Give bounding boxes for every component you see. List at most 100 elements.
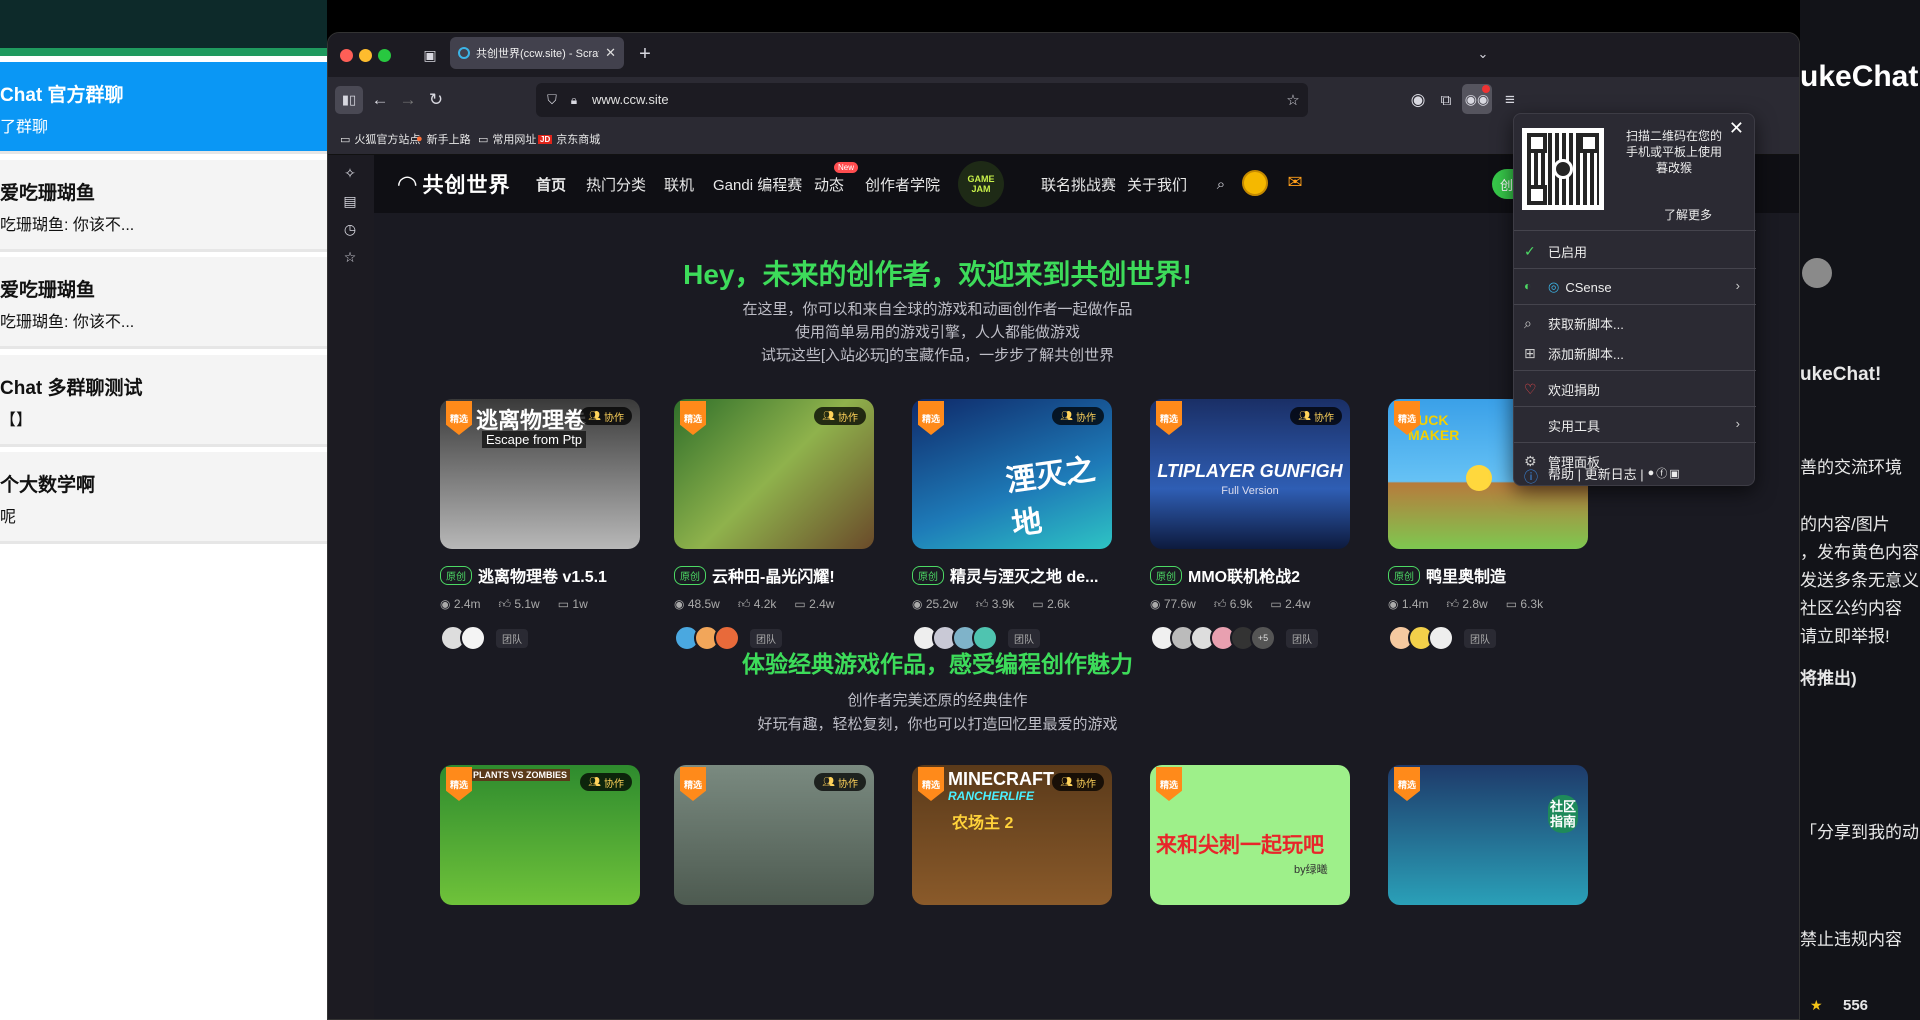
project-card[interactable]: 精选 👥︎ 协作 <box>674 765 874 925</box>
section-title: 体验经典游戏作品，感受编程创作魅力 <box>742 651 1133 677</box>
menu-hamburger-icon[interactable]: ≡ <box>1498 88 1522 112</box>
zoom-window-button[interactable] <box>378 49 391 62</box>
facebook-icon[interactable]: ⓕ <box>1656 465 1667 481</box>
project-thumbnail[interactable]: 来和尖刺一起玩吧 by绿曦 精选 <box>1150 765 1350 905</box>
thumbnail-text: Full Version <box>1221 485 1279 497</box>
nav-home[interactable]: 首页 <box>536 174 566 195</box>
project-title[interactable]: 原创 精灵与湮灭之地 de... <box>912 563 1112 587</box>
bookmarks-icon[interactable]: ☆ <box>338 245 362 269</box>
folder-icon: ▭ <box>340 133 351 146</box>
learn-more-link[interactable]: 了解更多 <box>1664 206 1712 223</box>
featured-badge: 精选 <box>680 767 706 801</box>
project-title[interactable]: 原创 云种田-晶光闪耀! <box>674 563 874 587</box>
project-card[interactable]: PLANTS VS ZOMBIES 精选 👥︎ 协作 <box>440 765 640 925</box>
nav-categories[interactable]: 热门分类 <box>586 174 646 195</box>
comment-icon: ▭ <box>1032 597 1048 611</box>
tab-overview-icon[interactable]: ▣ <box>420 45 440 65</box>
project-thumbnail[interactable]: MINECRAFT RANCHERLIFE 农场主 2 精选 👥︎ 协作 <box>912 765 1112 905</box>
chat-list-item[interactable]: Chat 官方群聊 了群聊 <box>0 62 327 154</box>
project-stats: ◉ 2.4m 👍︎ 5.1w ▭ 1w <box>440 597 588 612</box>
project-card[interactable]: LTIPLAYER GUNFIGH Full Version 精选 👥︎ 协作 原… <box>1150 399 1350 659</box>
project-title[interactable]: 原创 逃离物理卷 v1.5.1 <box>440 563 640 587</box>
tampermonkey-extension-icon[interactable]: ◉◉ <box>1462 84 1492 114</box>
search-icon[interactable]: ⌕ <box>1210 173 1232 195</box>
chat-list-item[interactable]: 个大数学啊 呢 <box>0 452 327 544</box>
menu-item-donate[interactable]: ♡ 欢迎捐助 <box>1514 374 1756 404</box>
lock-icon[interactable]: 🔒︎ <box>566 91 582 109</box>
nav-gandi-contest[interactable]: Gandi 编程赛 <box>713 174 802 195</box>
thumb-up-icon: 👍︎ <box>498 597 515 611</box>
hero-line: 试玩这些[入站必玩]的宝藏作品，一步步了解共创世界 <box>760 347 1115 364</box>
new-tab-icon[interactable]: + <box>634 43 656 65</box>
history-icon[interactable]: ◷ <box>338 217 362 241</box>
ai-chat-icon[interactable]: ✧ <box>338 161 362 185</box>
menu-item-get-scripts[interactable]: ⌕ 获取新脚本... <box>1514 308 1756 338</box>
github-icon[interactable]: ● <box>1648 467 1655 479</box>
nav-challenge[interactable]: 联名挑战赛 <box>1041 174 1116 195</box>
project-card[interactable]: 湮灭之地 精选 👥︎ 协作 原创 精灵与湮灭之地 de... ◉ 25.2w 👍︎ … <box>912 399 1112 659</box>
project-card[interactable]: 逃离物理卷 Escape from Ptp 精选 👥︎ 协作 原创 逃离物理卷 v1… <box>440 399 640 659</box>
shield-icon[interactable]: ⛉ <box>544 91 560 109</box>
project-thumbnail[interactable]: 湮灭之地 精选 👥︎ 协作 <box>912 399 1112 549</box>
project-thumbnail[interactable]: PLANTS VS ZOMBIES 精选 👥︎ 协作 <box>440 765 640 905</box>
divider <box>1514 230 1756 231</box>
nav-academy[interactable]: 创作者学院 <box>865 174 940 195</box>
coin-icon[interactable] <box>1242 170 1268 196</box>
account-icon[interactable]: ◉ <box>1406 88 1430 112</box>
site-logo[interactable]: ◠ 共创世界 <box>398 169 510 199</box>
close-tab-icon[interactable]: ✕ <box>605 45 616 61</box>
sidebar-toggle-icon[interactable]: ▮▯ <box>335 86 363 114</box>
bookmark-item[interactable]: ▭ 常用网址 <box>478 131 536 147</box>
project-card[interactable]: 精选 👥︎ 协作 原创 云种田-晶光闪耀! ◉ 48.5w 👍︎ 4.2k ▭ 2.… <box>674 399 874 659</box>
new-badge: New <box>834 162 859 173</box>
chat-list-item[interactable]: 爱吃珊瑚鱼 吃珊瑚鱼: 你该不... <box>0 160 327 252</box>
bookmark-item[interactable]: ▭ 火狐官方站点 <box>340 131 420 147</box>
close-icon[interactable]: ✕ <box>1729 118 1744 139</box>
back-icon[interactable]: ← <box>366 86 394 114</box>
bookmark-item[interactable]: JD 京东商城 <box>538 131 600 147</box>
project-title[interactable]: 原创 鸭里奥制造 <box>1388 563 1588 587</box>
project-thumbnail[interactable]: LTIPLAYER GUNFIGH Full Version 精选 👥︎ 协作 <box>1150 399 1350 549</box>
likes-stat: 👍︎ 3.9k <box>976 597 1015 612</box>
menu-item-add-script[interactable]: ⊞ 添加新脚本... <box>1514 338 1756 368</box>
nav-feed[interactable]: 动态 <box>814 174 844 195</box>
menu-item-help[interactable]: ⓘ 帮助 | 更新日志 | ● ⓕ ▣ <box>1514 460 1756 486</box>
project-card[interactable]: 社区指南 精选 <box>1388 765 1588 925</box>
rule-line: 社区公约内容 <box>1800 599 1902 618</box>
reload-icon[interactable]: ↻ <box>422 86 450 114</box>
nav-about[interactable]: 关于我们 <box>1127 174 1187 195</box>
project-card[interactable]: MINECRAFT RANCHERLIFE 农场主 2 精选 👥︎ 协作 <box>912 765 1112 925</box>
instagram-icon[interactable]: ▣ <box>1669 467 1679 480</box>
menu-item-utilities[interactable]: 实用工具 › <box>1514 410 1756 440</box>
project-thumbnail[interactable]: 精选 👥︎ 协作 <box>674 399 874 549</box>
synced-tabs-icon[interactable]: ▤ <box>338 189 362 213</box>
comment-icon: ▭ <box>1270 597 1286 611</box>
menu-item-csense[interactable]: ◐ ◎ CSense › <box>1514 272 1756 302</box>
project-title[interactable]: 原创 MMO联机枪战2 <box>1150 563 1350 587</box>
project-card[interactable]: 来和尖刺一起玩吧 by绿曦 精选 <box>1150 765 1350 925</box>
chat-list-item[interactable]: 爱吃珊瑚鱼 吃珊瑚鱼: 你该不... <box>0 257 327 349</box>
star-icon: ★ <box>1810 997 1823 1013</box>
menu-item-enabled[interactable]: ✓ 已启用 <box>1514 236 1756 266</box>
mail-icon[interactable]: ✉ <box>1284 171 1306 193</box>
bookmark-item[interactable]: ● 新手上路 <box>416 131 471 147</box>
chat-list-item[interactable]: Chat 多群聊测试 【】 <box>0 355 327 447</box>
featured-badge: 精选 <box>680 401 706 435</box>
project-thumbnail[interactable]: 逃离物理卷 Escape from Ptp 精选 👥︎ 协作 <box>440 399 640 549</box>
coop-badge: 👥︎ 协作 <box>1052 407 1104 425</box>
bookmark-star-icon[interactable]: ☆ <box>1284 91 1302 109</box>
list-tabs-chevron-down-icon[interactable]: ⌄ <box>1472 43 1494 65</box>
url-text[interactable]: www.ccw.site <box>592 92 669 107</box>
thumbnail-text: 社区指南 <box>1548 795 1578 833</box>
tab-active[interactable]: 共创世界(ccw.site) - Scratch、图 ✕ <box>450 37 624 69</box>
minimize-window-button[interactable] <box>359 49 372 62</box>
close-window-button[interactable] <box>340 49 353 62</box>
gamejam-logo[interactable]: GAME JAM <box>958 161 1004 207</box>
project-thumbnail[interactable]: 精选 👥︎ 协作 <box>674 765 874 905</box>
extensions-icon[interactable]: ⧉ <box>1434 88 1458 112</box>
original-badge: 原创 <box>674 565 706 585</box>
project-thumbnail[interactable]: 社区指南 精选 <box>1388 765 1588 905</box>
address-bar[interactable]: ⛉ 🔒︎ www.ccw.site ☆ <box>536 83 1308 117</box>
forward-icon[interactable]: → <box>394 86 422 114</box>
nav-multiplayer[interactable]: 联机 <box>664 174 694 195</box>
